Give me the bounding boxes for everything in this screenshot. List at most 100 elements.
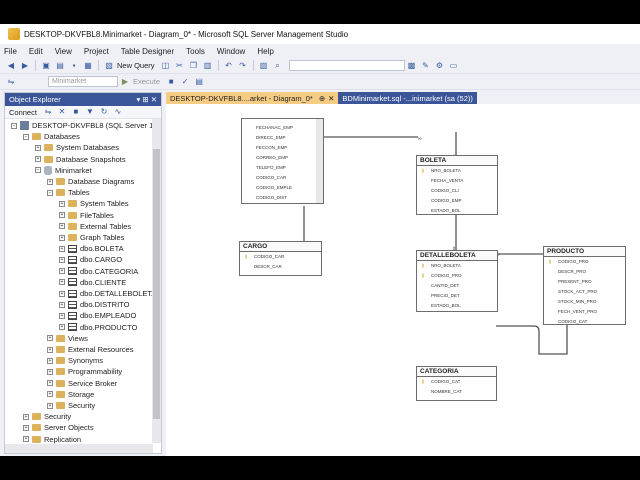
expand-icon[interactable]: +	[59, 301, 65, 308]
paste-icon[interactable]: ▥	[203, 61, 213, 71]
refresh-icon[interactable]: ↻	[99, 107, 109, 117]
expand-icon[interactable]: +	[59, 245, 65, 252]
tools-icon[interactable]: ✎	[421, 61, 431, 71]
tree-node[interactable]: − Databases	[23, 131, 80, 142]
expand-icon[interactable]: +	[47, 357, 53, 364]
menu-file[interactable]: File	[4, 47, 17, 56]
tree-node[interactable]: + External Tables	[59, 221, 131, 232]
expand-icon[interactable]: +	[59, 256, 65, 263]
entity-column[interactable]: CODIGO_CAT	[544, 317, 625, 327]
tree-node[interactable]: + dbo.DETALLEBOLETA	[59, 288, 156, 299]
entity-producto[interactable]: PRODUCTO ⚷ CODIGO_PRO DESCR_PRO PRESENT_PRO…	[543, 246, 626, 325]
expand-icon[interactable]: +	[59, 324, 65, 331]
tree-node[interactable]: + External Resources	[47, 344, 133, 355]
expand-icon[interactable]: +	[59, 290, 65, 297]
entity-column[interactable]: CODIGO_CLI	[417, 186, 497, 196]
tree-node[interactable]: + dbo.EMPLEADO	[59, 310, 136, 321]
tab-diagram[interactable]: DESKTOP-DKVFBL8....arket - Diagram_0* ⊕ …	[166, 92, 339, 104]
expand-icon[interactable]: +	[47, 380, 53, 387]
save-icon[interactable]: ▪	[69, 61, 79, 71]
close-icon[interactable]: ✕	[328, 94, 334, 103]
entity-column[interactable]: CODIGO_EMP	[417, 196, 497, 206]
connect-icon[interactable]: ⇋	[6, 77, 16, 87]
expand-icon[interactable]: +	[35, 156, 41, 163]
entity-empleado[interactable]: FECHANAC_EMP DIRECC_EMP FECCON_EMP CORREO_E…	[241, 118, 324, 204]
disconnect-icon[interactable]: ✕	[57, 107, 67, 117]
menu-edit[interactable]: Edit	[29, 47, 43, 56]
expand-icon[interactable]: +	[59, 268, 65, 275]
properties-icon[interactable]: ▩	[407, 61, 417, 71]
collapse-icon[interactable]: −	[23, 133, 29, 140]
entity-column[interactable]: FECCON_EMP	[242, 143, 323, 153]
plan-icon[interactable]: ▤	[194, 77, 204, 87]
collapse-icon[interactable]: −	[11, 122, 17, 129]
tree-node[interactable]: + dbo.PRODUCTO	[59, 322, 137, 333]
menu-help[interactable]: Help	[257, 47, 273, 56]
expand-icon[interactable]: +	[35, 144, 41, 151]
tree-node[interactable]: + Replication	[23, 434, 81, 445]
expand-icon[interactable]: +	[47, 178, 53, 185]
find-combo[interactable]	[288, 60, 405, 71]
expand-icon[interactable]: +	[59, 279, 65, 286]
connect-dropdown[interactable]: Connect	[9, 108, 37, 117]
expand-icon[interactable]: +	[47, 391, 53, 398]
entity-column[interactable]: CANTID_DET	[417, 281, 497, 291]
expand-icon[interactable]: +	[47, 346, 53, 353]
expand-icon[interactable]: +	[59, 200, 65, 207]
search-icon[interactable]: ⌕	[273, 61, 283, 71]
tree-node[interactable]: − DESKTOP-DKVFBL8 (SQL Server 15.0.2	[11, 120, 161, 131]
expand-icon[interactable]: +	[23, 413, 29, 420]
entity-column[interactable]: FECHA_VENTA	[417, 176, 497, 186]
pin-icon[interactable]: ⊕	[319, 94, 325, 103]
panel-controls[interactable]: ▾ ⊞ ✕	[136, 95, 157, 104]
entity-column[interactable]: NOMBRE_CAT	[417, 387, 496, 397]
new-query-icon[interactable]: ▧	[104, 61, 114, 71]
cut-icon[interactable]: ✂	[175, 61, 185, 71]
menu-project[interactable]: Project	[84, 47, 109, 56]
stop-icon[interactable]: ■	[166, 77, 176, 87]
expand-icon[interactable]: +	[47, 368, 53, 375]
entity-column[interactable]: ESTADO_BOL	[417, 301, 497, 311]
tree-node[interactable]: + Database Snapshots	[35, 154, 126, 165]
entity-categoria[interactable]: CATEGORIA ⚷ CODIGO_CAT NOMBRE_CAT	[416, 366, 497, 401]
db-query-icon[interactable]: ◫	[161, 61, 171, 71]
diagram-canvas[interactable]: ∞ ⚷ ⚷ ∞ FECHANAC_EMPDIRECC_EMPFECCON_EMP…	[166, 104, 640, 456]
tree-node[interactable]: + dbo.CLIENTE	[59, 277, 126, 288]
menu-view[interactable]: View	[55, 47, 72, 56]
tab-sql-file[interactable]: BDMinimarket.sql -...inimarket (sa (52))	[338, 92, 477, 104]
window-icon[interactable]: ▭	[449, 61, 459, 71]
expand-icon[interactable]: +	[23, 436, 29, 443]
entity-column[interactable]: TELEFO_EMP	[242, 163, 323, 173]
back-icon[interactable]: ◀	[6, 61, 16, 71]
tree-node[interactable]: + Security	[47, 400, 95, 411]
entity-column[interactable]: CODIGO_DIST	[242, 193, 323, 203]
tree-node[interactable]: − Tables	[47, 187, 90, 198]
expand-icon[interactable]: +	[47, 402, 53, 409]
menu-window[interactable]: Window	[217, 47, 245, 56]
tree-node[interactable]: + Server Objects	[23, 422, 94, 433]
entity-column[interactable]: ESTADO_BOL	[417, 206, 497, 216]
undo-icon[interactable]: ↶	[224, 61, 234, 71]
expand-icon[interactable]: +	[59, 234, 65, 241]
tree-node[interactable]: + FileTables	[59, 210, 114, 221]
entity-column[interactable]: ⚷ CODIGO_CAT	[417, 377, 496, 387]
horizontal-scrollbar[interactable]	[5, 444, 153, 453]
tree-node[interactable]: + Security	[23, 411, 71, 422]
menu-tools[interactable]: Tools	[186, 47, 205, 56]
entity-column[interactable]: STOCK_ACT_PRO	[544, 287, 625, 297]
entity-column[interactable]: DESCR_CAR	[240, 262, 321, 272]
scrollbar-thumb[interactable]	[153, 149, 160, 419]
tree-node[interactable]: + Programmability	[47, 366, 122, 377]
entity-column[interactable]: ⚷ NRO_BOLETA	[417, 166, 497, 176]
tree-node[interactable]: + dbo.DISTRITO	[59, 299, 129, 310]
entity-cargo[interactable]: CARGO ⚷ CODIGO_CAR DESCR_CAR	[239, 241, 322, 276]
tree-node[interactable]: + dbo.CARGO	[59, 254, 122, 265]
database-combo[interactable]: Minimarket	[48, 76, 118, 87]
tree-node[interactable]: + Service Broker	[47, 378, 117, 389]
open-icon[interactable]: ▤	[55, 61, 65, 71]
tree-node[interactable]: + Graph Tables	[59, 232, 124, 243]
tree-node[interactable]: + Storage	[47, 389, 94, 400]
collapse-icon[interactable]: −	[47, 189, 53, 196]
execute-icon[interactable]: ▶	[120, 77, 130, 87]
expand-icon[interactable]: +	[23, 424, 29, 431]
